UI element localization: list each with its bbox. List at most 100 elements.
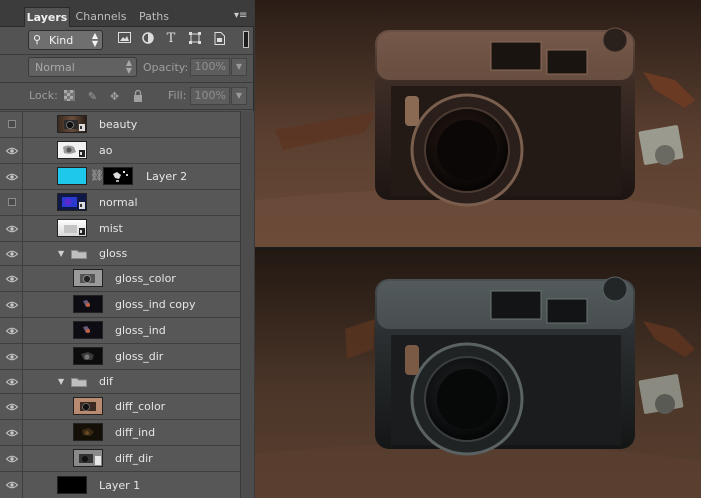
layer-row-gloss-ind[interactable]: gloss_ind <box>0 317 240 343</box>
eye-icon[interactable] <box>6 455 18 463</box>
layer-row-diff-color[interactable]: diff_color <box>0 393 240 419</box>
tab-layers[interactable]: Layers <box>24 7 70 27</box>
layer-thumbnail <box>57 219 87 237</box>
layers-panel: Layers Channels Paths ▾≡ ⚲ Kind ▲ ▼ T Nor… <box>0 0 254 498</box>
eye-icon[interactable] <box>6 327 18 335</box>
visibility-toggle-off[interactable] <box>8 198 16 206</box>
fill-dropdown-button[interactable]: ▼ <box>231 87 247 105</box>
layer-row-diff-dir[interactable]: diff_dir <box>0 445 240 471</box>
layer-row-gloss-dir[interactable]: gloss_dir <box>0 343 240 369</box>
opacity-label: Opacity: <box>143 61 189 74</box>
divider <box>0 82 254 83</box>
mask-link-icon[interactable]: ⛓ <box>90 169 104 182</box>
layer-row-gloss-ind-copy[interactable]: gloss_ind copy <box>0 291 240 317</box>
eye-icon[interactable] <box>6 301 18 309</box>
visibility-column <box>0 190 23 215</box>
layer-group-gloss[interactable]: ▼ gloss <box>0 241 240 265</box>
opacity-dropdown-button[interactable]: ▼ <box>231 58 247 76</box>
render-preview-top <box>255 0 701 247</box>
camera-render-image <box>255 0 701 247</box>
visibility-column <box>0 394 23 419</box>
visibility-column <box>0 292 23 317</box>
layer-thumbnail <box>73 423 103 441</box>
visibility-column <box>0 446 23 471</box>
eye-icon[interactable] <box>6 353 18 361</box>
adjustment-filter-icon[interactable] <box>141 32 155 46</box>
eye-icon[interactable] <box>6 147 18 155</box>
opacity-field[interactable]: 100% <box>190 58 230 76</box>
layer-row-layer-2[interactable]: ⛓ Layer 2 <box>0 163 240 189</box>
fill-label: Fill: <box>168 89 187 102</box>
eye-icon[interactable] <box>6 378 18 386</box>
eye-icon[interactable] <box>6 225 18 233</box>
folder-icon <box>71 250 87 259</box>
layer-name: gloss_ind <box>115 324 166 337</box>
eye-icon[interactable] <box>6 403 18 411</box>
kind-filter-select[interactable]: ⚲ Kind ▲ ▼ <box>28 30 103 50</box>
layer-mask-thumbnail[interactable] <box>103 167 133 185</box>
lock-position-icon[interactable]: ✥ <box>108 90 121 103</box>
layer-thumbnail <box>57 141 87 159</box>
visibility-column <box>0 318 23 343</box>
smart-object-filter-icon[interactable] <box>212 32 226 46</box>
eye-icon[interactable] <box>6 173 18 181</box>
layer-name: gloss_ind copy <box>115 298 196 311</box>
layer-name: gloss_color <box>115 272 176 285</box>
layer-name: Layer 2 <box>146 170 188 183</box>
lock-label: Lock: <box>29 89 58 102</box>
layer-thumbnail <box>57 476 87 494</box>
layer-list: beauty ao ⛓ Layer 2 normal mist ▼ gloss … <box>0 111 240 498</box>
layer-row-beauty[interactable]: beauty <box>0 111 240 137</box>
divider <box>0 54 254 55</box>
shape-filter-icon[interactable] <box>188 32 202 46</box>
panel-menu-icon[interactable]: ▾≡ <box>234 10 247 21</box>
visibility-column <box>0 420 23 445</box>
layer-group-dif[interactable]: ▼ dif <box>0 369 240 393</box>
layer-name: mist <box>99 222 123 235</box>
filter-row: ⚲ Kind ▲ ▼ T <box>0 30 254 52</box>
visibility-column <box>0 472 23 498</box>
fill-field[interactable]: 100% <box>190 87 230 105</box>
blend-mode-label: Normal <box>35 61 75 74</box>
expand-triangle-icon[interactable]: ▼ <box>58 377 64 386</box>
search-icon: ⚲ <box>33 33 42 46</box>
layer-thumbnail <box>57 115 87 133</box>
layer-name: ao <box>99 144 113 157</box>
group-name: gloss <box>99 247 128 260</box>
expand-triangle-icon[interactable]: ▼ <box>58 249 64 258</box>
layer-name: diff_dir <box>115 452 153 465</box>
layer-name: diff_color <box>115 400 166 413</box>
layer-list-scrollbar[interactable] <box>240 111 254 498</box>
eye-icon[interactable] <box>6 250 18 258</box>
camera-render-image <box>255 249 701 498</box>
layer-row-ao[interactable]: ao <box>0 137 240 163</box>
visibility-column <box>0 266 23 291</box>
layer-row-layer-1[interactable]: Layer 1 <box>0 471 240 498</box>
visibility-column <box>0 112 23 137</box>
tab-channels[interactable]: Channels <box>71 7 131 27</box>
lock-transparent-pixels-icon[interactable] <box>63 90 76 103</box>
blend-mode-select[interactable]: Normal ▲ ▼ <box>28 57 137 77</box>
kind-filter-label: Kind <box>49 34 74 47</box>
visibility-column <box>0 344 23 369</box>
layer-row-normal[interactable]: normal <box>0 189 240 215</box>
visibility-column <box>0 138 23 163</box>
image-filter-icon[interactable] <box>117 32 131 46</box>
filter-toggle-switch[interactable] <box>243 31 249 48</box>
layer-thumbnail <box>73 295 103 313</box>
eye-icon[interactable] <box>6 275 18 283</box>
type-filter-icon[interactable]: T <box>164 32 178 46</box>
lock-all-icon[interactable] <box>131 89 144 103</box>
eye-icon[interactable] <box>6 429 18 437</box>
layer-row-diff-ind[interactable]: diff_ind <box>0 419 240 445</box>
stepper-arrows-icon: ▲ ▼ <box>125 58 132 75</box>
tab-paths[interactable]: Paths <box>133 7 175 27</box>
eye-icon[interactable] <box>6 481 18 489</box>
layer-row-gloss-color[interactable]: gloss_color <box>0 265 240 291</box>
layer-row-mist[interactable]: mist <box>0 215 240 241</box>
lock-image-pixels-icon[interactable]: ✎ <box>86 90 99 103</box>
visibility-column <box>0 242 23 265</box>
visibility-toggle-off[interactable] <box>8 120 16 128</box>
layer-name: beauty <box>99 118 138 131</box>
layer-name: normal <box>99 196 138 209</box>
